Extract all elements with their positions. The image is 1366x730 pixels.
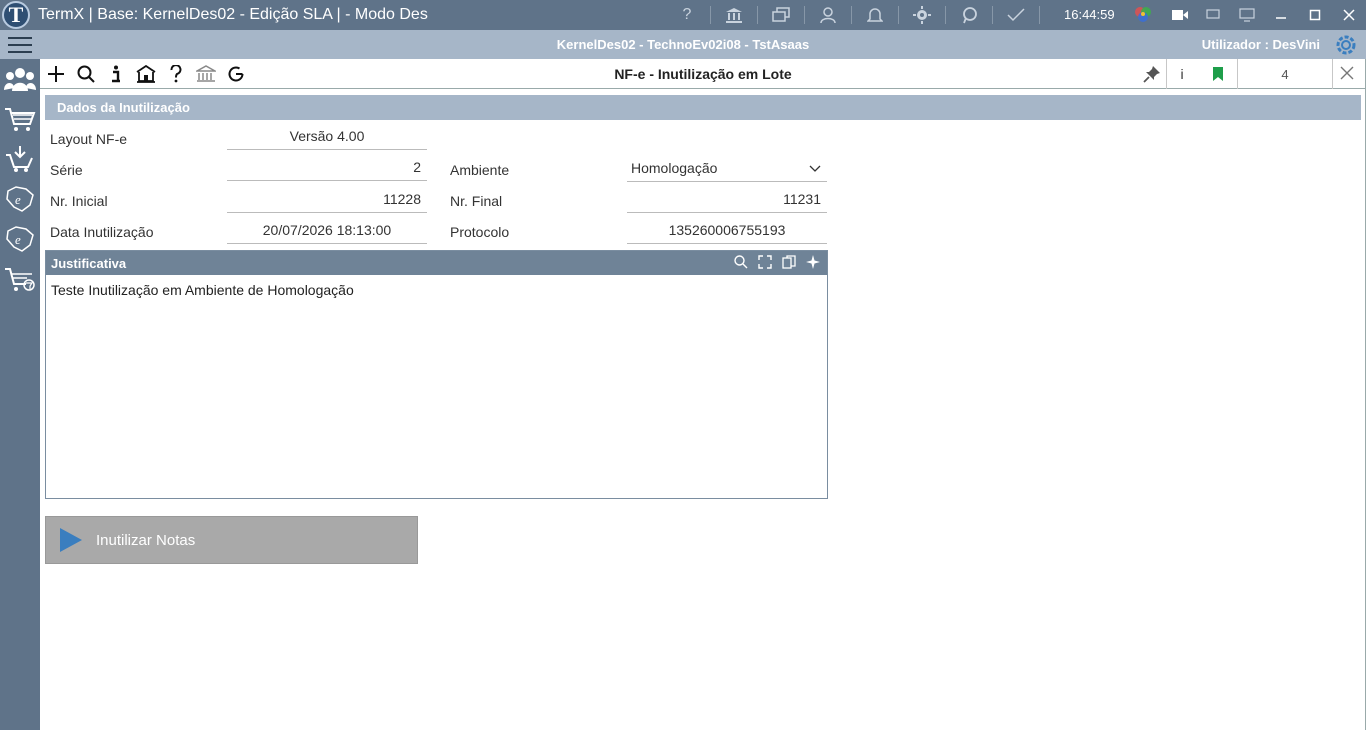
color-wheel-icon[interactable] bbox=[1126, 0, 1160, 30]
svg-text:e: e bbox=[15, 192, 21, 207]
nr-final-label: Nr. Final bbox=[450, 193, 503, 209]
bell-icon[interactable] bbox=[852, 0, 898, 30]
expand-icon[interactable] bbox=[757, 254, 773, 270]
user-label: Utilizador : DesVini bbox=[1201, 37, 1320, 52]
justificativa-tools bbox=[733, 254, 821, 270]
inutilizar-notas-button[interactable]: Inutilizar Notas bbox=[45, 516, 418, 564]
copy-icon[interactable] bbox=[781, 254, 797, 270]
minimize-button[interactable] bbox=[1264, 0, 1298, 30]
maximize-button[interactable] bbox=[1298, 0, 1332, 30]
divider bbox=[1166, 59, 1167, 89]
inutilizar-notas-label: Inutilizar Notas bbox=[96, 532, 196, 549]
cart-icon[interactable] bbox=[0, 99, 40, 139]
ambiente-value: Homologação bbox=[631, 160, 718, 176]
justificativa-title: Justificativa bbox=[51, 256, 127, 271]
cart-download-icon[interactable] bbox=[0, 139, 40, 179]
protocolo-label: Protocolo bbox=[450, 224, 510, 240]
chat-icon[interactable] bbox=[946, 0, 992, 30]
form-toolbar: NF-e - Inutilização em Lote i 4 bbox=[40, 59, 1366, 89]
title-bar: T TermX | Base: KernelDes02 - Edição SLA… bbox=[0, 0, 1366, 30]
nr-inicial-field[interactable]: 11228 bbox=[227, 191, 427, 213]
nr-final-field[interactable]: 11231 bbox=[627, 191, 827, 213]
chevron-down-icon bbox=[809, 165, 821, 172]
clock: 16:44:59 bbox=[1064, 7, 1115, 22]
svg-text:e: e bbox=[15, 232, 21, 247]
serie-field[interactable]: 2 bbox=[227, 159, 427, 181]
title-icons: ? bbox=[664, 0, 1040, 30]
magic-icon[interactable] bbox=[805, 254, 821, 270]
bookmark-icon[interactable] bbox=[1206, 63, 1230, 85]
check-icon[interactable] bbox=[993, 0, 1039, 30]
bank-icon[interactable] bbox=[711, 0, 757, 30]
info-small-button[interactable]: i bbox=[1170, 63, 1194, 85]
settings-gear-icon[interactable] bbox=[1334, 33, 1358, 57]
justificativa-textarea[interactable]: Teste Inutilização em Ambiente de Homolo… bbox=[46, 275, 827, 305]
data-inutilizacao-field[interactable]: 20/07/2026 18:13:00 bbox=[227, 222, 427, 244]
ambiente-select[interactable]: Homologação bbox=[627, 160, 827, 182]
ambiente-label: Ambiente bbox=[450, 162, 510, 178]
play-icon bbox=[60, 528, 82, 552]
layout-field[interactable]: Versão 4.00 bbox=[227, 128, 427, 150]
app-logo: T bbox=[2, 1, 30, 29]
help-icon[interactable]: ? bbox=[664, 0, 710, 30]
section-header: Dados da Inutilização bbox=[45, 95, 1361, 120]
nr-inicial-label: Nr. Inicial bbox=[50, 193, 108, 209]
camera-icon[interactable] bbox=[1163, 0, 1197, 30]
divider bbox=[1039, 6, 1040, 24]
monitor-icon[interactable] bbox=[1230, 0, 1264, 30]
divider bbox=[1332, 59, 1333, 89]
pin-icon[interactable] bbox=[1140, 63, 1164, 85]
nfe-map-icon[interactable]: e bbox=[0, 179, 40, 219]
search-icon[interactable] bbox=[733, 254, 749, 270]
close-form-icon[interactable] bbox=[1340, 64, 1354, 85]
protocolo-field[interactable]: 135260006755193 bbox=[627, 222, 827, 244]
cart-filter-icon[interactable] bbox=[0, 259, 40, 299]
monitor-small-icon[interactable] bbox=[1196, 0, 1230, 30]
layout-label: Layout NF-e bbox=[50, 131, 128, 147]
user-icon[interactable] bbox=[805, 0, 851, 30]
people-icon[interactable] bbox=[0, 59, 40, 99]
context-label: KernelDes02 - TechnoEv02i08 - TstAsaas bbox=[556, 37, 810, 52]
nfe-map-icon-2[interactable]: e bbox=[0, 219, 40, 259]
tab-count: 4 bbox=[1281, 67, 1289, 82]
context-bar: KernelDes02 - TechnoEv02i08 - TstAsaas U… bbox=[0, 30, 1366, 59]
data-inutilizacao-label: Data Inutilização bbox=[50, 224, 154, 240]
justificativa-panel: Justificativa Teste Inutilização em Ambi… bbox=[45, 250, 828, 499]
form-title: NF-e - Inutilização em Lote bbox=[614, 66, 792, 82]
close-window-button[interactable] bbox=[1332, 0, 1366, 30]
justificativa-header: Justificativa bbox=[46, 251, 827, 275]
windows-icon[interactable] bbox=[758, 0, 804, 30]
sidebar: e e bbox=[0, 59, 40, 730]
gear-icon[interactable] bbox=[899, 0, 945, 30]
window-title: TermX | Base: KernelDes02 - Edição SLA |… bbox=[38, 6, 428, 23]
serie-label: Série bbox=[50, 162, 83, 178]
